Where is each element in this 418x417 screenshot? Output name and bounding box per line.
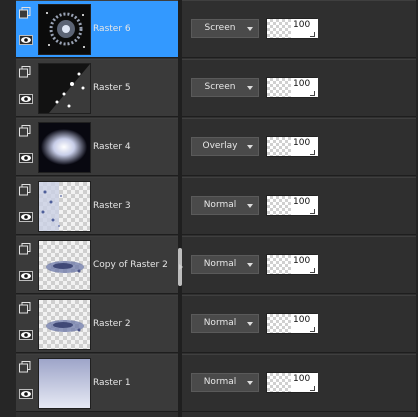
layer-group-icon[interactable] [19, 184, 31, 196]
resize-corner-icon [310, 150, 315, 155]
blend-mode-dropdown[interactable]: Normal [191, 255, 259, 274]
blend-mode-label: Screen [204, 23, 236, 33]
blend-mode-label: Screen [204, 82, 236, 92]
layer-properties: Screen 100 [182, 1, 418, 57]
layer-thumbnail[interactable] [38, 358, 91, 409]
layer-row-2[interactable]: Raster 5 Screen 100 [16, 59, 418, 117]
layer-thumbnail[interactable] [38, 299, 91, 350]
opacity-field[interactable]: 100 [266, 18, 318, 39]
layer-row-1[interactable]: Raster 6 Screen 100 [16, 0, 418, 58]
resize-corner-icon [310, 327, 315, 332]
resize-corner-icon [310, 91, 315, 96]
opacity-field[interactable]: 100 [266, 313, 318, 334]
blend-mode-label: Normal [203, 318, 237, 328]
layers-panel: Raster 6 Screen 100 Raster 5 Screen 100 … [0, 0, 418, 417]
layer-group-icon[interactable] [19, 361, 31, 373]
layer-name: Raster 3 [93, 201, 131, 211]
visibility-eye-icon[interactable] [19, 389, 33, 399]
layer-thumbnail[interactable] [38, 181, 91, 232]
layer-row-6[interactable]: Raster 2 Normal 100 [16, 295, 418, 353]
blend-mode-dropdown[interactable]: Normal [191, 196, 259, 215]
layer-properties: Normal 100 [182, 296, 418, 352]
chevron-down-icon [247, 322, 253, 326]
opacity-field[interactable]: 100 [266, 372, 318, 393]
blend-mode-dropdown[interactable]: Overlay [191, 137, 259, 156]
panel-gutter [0, 0, 16, 417]
layer-row-3[interactable]: Raster 4 Overlay 100 [16, 118, 418, 176]
visibility-eye-icon[interactable] [19, 35, 33, 45]
blend-mode-dropdown[interactable]: Screen [191, 78, 259, 97]
thumbnail-image [46, 320, 84, 332]
layer-group-icon[interactable] [19, 243, 31, 255]
layer-group-icon[interactable] [19, 66, 31, 78]
visibility-eye-icon[interactable] [19, 94, 33, 104]
blend-mode-label: Normal [203, 259, 237, 269]
blend-mode-dropdown[interactable]: Screen [191, 19, 259, 38]
resize-corner-icon [310, 209, 315, 214]
blend-mode-label: Normal [203, 377, 237, 387]
chevron-down-icon [247, 86, 253, 90]
layer-properties: Overlay 100 [182, 119, 418, 175]
thumbnail-image [39, 5, 90, 54]
layer-thumbnail[interactable] [38, 63, 91, 114]
layer-properties: Normal 100 [182, 178, 418, 234]
blend-mode-dropdown[interactable]: Normal [191, 373, 259, 392]
visibility-eye-icon[interactable] [19, 271, 33, 281]
layer-info[interactable]: Raster 3 [16, 178, 178, 234]
layer-info[interactable]: Raster 2 [16, 296, 178, 352]
layer-properties: Screen 100 [182, 60, 418, 116]
opacity-field[interactable]: 100 [266, 254, 318, 275]
resize-corner-icon [310, 268, 315, 273]
resize-corner-icon [310, 386, 315, 391]
visibility-eye-icon[interactable] [19, 153, 33, 163]
layer-info[interactable]: Raster 5 [16, 60, 178, 116]
layer-name: Raster 1 [93, 378, 131, 388]
visibility-eye-icon[interactable] [19, 212, 33, 222]
layer-group-icon[interactable] [19, 7, 31, 19]
layer-row-5[interactable]: Copy of Raster 2 Normal 100 [16, 236, 418, 294]
layer-thumbnail[interactable] [38, 4, 91, 55]
opacity-field[interactable]: 100 [266, 195, 318, 216]
layer-info[interactable]: Copy of Raster 2 [16, 237, 178, 293]
chevron-down-icon [247, 145, 253, 149]
layer-row-4[interactable]: Raster 3 Normal 100 [16, 177, 418, 235]
chevron-down-icon [247, 381, 253, 385]
splitter-arrow-icon [179, 264, 183, 270]
thumbnail-image [39, 64, 90, 113]
layer-name: Raster 4 [93, 142, 131, 152]
layer-properties: Normal 100 [182, 355, 418, 411]
layer-group-icon[interactable] [19, 302, 31, 314]
opacity-field[interactable]: 100 [266, 136, 318, 157]
blend-mode-dropdown[interactable]: Normal [191, 314, 259, 333]
blend-mode-label: Overlay [202, 141, 238, 151]
resize-corner-icon [310, 32, 315, 37]
layer-info[interactable]: Raster 6 [16, 1, 178, 57]
panel-splitter[interactable] [178, 0, 182, 417]
layer-info[interactable]: Raster 1 [16, 355, 178, 411]
layer-name: Raster 5 [93, 83, 131, 93]
layer-info[interactable]: Raster 4 [16, 119, 178, 175]
chevron-down-icon [247, 27, 253, 31]
layer-row-7[interactable]: Raster 1 Normal 100 [16, 354, 418, 412]
thumbnail-image [39, 182, 62, 231]
opacity-field[interactable]: 100 [266, 77, 318, 98]
visibility-eye-icon[interactable] [19, 330, 33, 340]
chevron-down-icon [247, 204, 253, 208]
layer-name: Copy of Raster 2 [93, 260, 168, 270]
layer-name: Raster 6 [93, 24, 131, 34]
layer-properties: Normal 100 [182, 237, 418, 293]
layer-thumbnail[interactable] [38, 240, 91, 291]
thumbnail-image [46, 261, 84, 273]
layer-name: Raster 2 [93, 319, 131, 329]
layer-thumbnail[interactable] [38, 122, 91, 173]
chevron-down-icon [247, 263, 253, 267]
layer-group-icon[interactable] [19, 125, 31, 137]
thumbnail-image [39, 359, 90, 408]
blend-mode-label: Normal [203, 200, 237, 210]
thumbnail-image [39, 123, 90, 172]
